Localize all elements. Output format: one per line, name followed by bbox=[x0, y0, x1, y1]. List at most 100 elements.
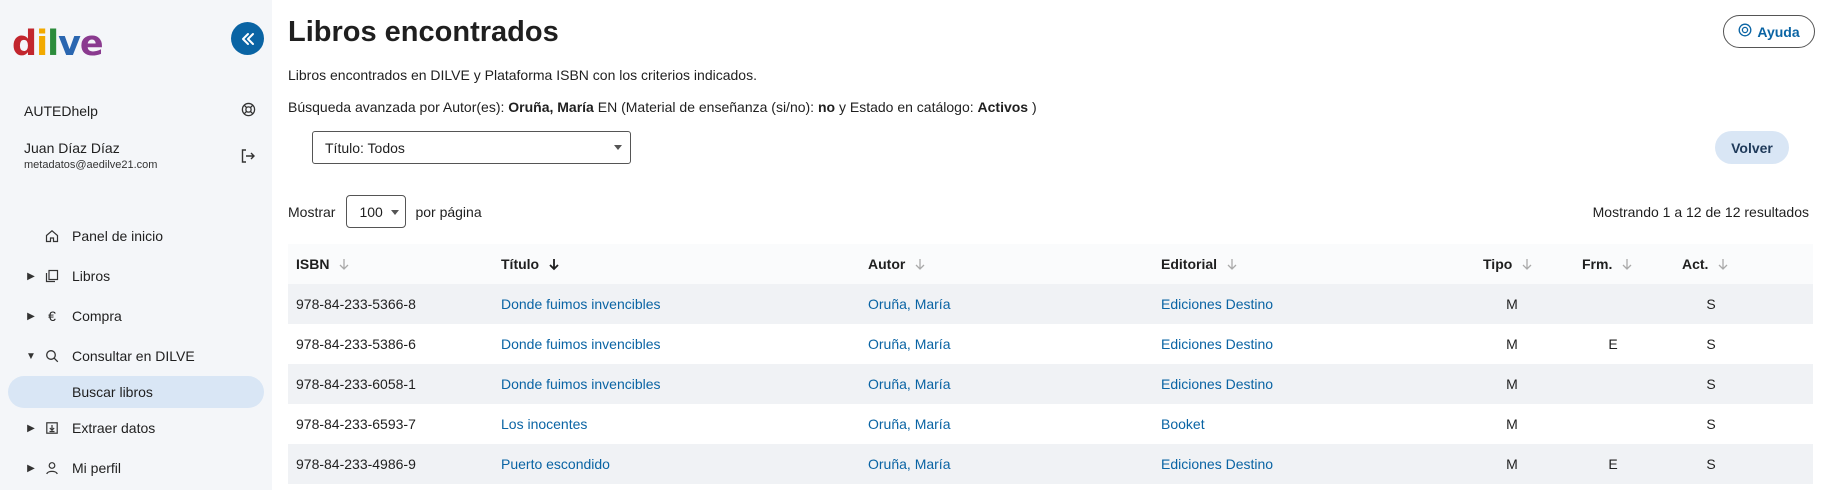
caret-right-icon: ▶ bbox=[27, 270, 35, 282]
title-link[interactable]: Donde fuimos invencibles bbox=[501, 296, 661, 312]
type-cell: M bbox=[1506, 336, 1518, 352]
publisher-link[interactable]: Ediciones Destino bbox=[1161, 456, 1273, 472]
user-icon bbox=[44, 460, 60, 476]
isbn-cell: 978-84-233-6058-1 bbox=[296, 376, 416, 392]
table-row: 978-84-233-4986-9 Puerto escondido Oruña… bbox=[288, 444, 1813, 484]
sidebar-item-extraer-datos[interactable]: ▶ Extraer datos bbox=[0, 408, 272, 448]
user-name: Juan Díaz Díaz bbox=[24, 140, 120, 156]
euro-icon: € bbox=[48, 308, 56, 324]
help-label: Ayuda bbox=[1757, 23, 1800, 40]
column-header-isbn[interactable]: ISBN bbox=[296, 256, 351, 272]
type-cell: M bbox=[1506, 456, 1518, 472]
author-link[interactable]: Oruña, María bbox=[868, 296, 950, 312]
sort-arrow-icon bbox=[339, 259, 349, 270]
title-link[interactable]: Los inocentes bbox=[501, 416, 587, 432]
back-button[interactable]: Volver bbox=[1715, 131, 1789, 164]
caret-right-icon: ▶ bbox=[27, 422, 35, 434]
table-row: 978-84-233-5366-8 Donde fuimos invencibl… bbox=[288, 284, 1813, 324]
dilve-logo[interactable]: dilve bbox=[12, 18, 104, 62]
sort-arrow-active-icon bbox=[549, 259, 559, 271]
type-cell: M bbox=[1506, 376, 1518, 392]
dropdown-arrow-icon bbox=[391, 210, 400, 215]
table-header: ISBN Título Autor Editorial Tipo Frm. Ac… bbox=[288, 244, 1813, 284]
sidebar-item-mi-perfil[interactable]: ▶ Mi perfil bbox=[0, 448, 272, 488]
author-link[interactable]: Oruña, María bbox=[868, 456, 950, 472]
results-count: Mostrando 1 a 12 de 12 resultados bbox=[1592, 204, 1809, 220]
user-block: Juan Díaz Díaz metadatos@aedilve21.com bbox=[24, 140, 256, 171]
column-header-publisher[interactable]: Editorial bbox=[1161, 256, 1239, 272]
title-link[interactable]: Donde fuimos invencibles bbox=[501, 376, 661, 392]
sidebar-item-panel-de-inicio[interactable]: Panel de inicio bbox=[0, 216, 272, 256]
sidebar-item-consultar-en-dilve[interactable]: ▼ Consultar en DILVE bbox=[0, 336, 272, 376]
double-chevron-left-icon bbox=[241, 32, 254, 45]
isbn-cell: 978-84-233-6593-7 bbox=[296, 416, 416, 432]
logout-icon[interactable] bbox=[240, 148, 256, 169]
user-email: metadatos@aedilve21.com bbox=[24, 159, 158, 171]
publisher-link[interactable]: Booket bbox=[1161, 416, 1205, 432]
publisher-link[interactable]: Ediciones Destino bbox=[1161, 376, 1273, 392]
sort-arrow-icon bbox=[1522, 259, 1532, 270]
sidebar-item-buscar-libros[interactable]: Buscar libros bbox=[8, 376, 264, 408]
sidebar-item-compra[interactable]: ▶ € Compra bbox=[0, 296, 272, 336]
active-cell: S bbox=[1706, 456, 1716, 472]
show-label: Mostrar bbox=[288, 203, 336, 220]
author-link[interactable]: Oruña, María bbox=[868, 376, 950, 392]
sort-arrow-icon bbox=[1718, 259, 1728, 270]
per-page-suffix: por página bbox=[415, 203, 482, 220]
per-page-control: Mostrar 100 por página bbox=[288, 195, 482, 228]
active-cell: S bbox=[1706, 296, 1716, 312]
per-page-select[interactable]: 100 bbox=[346, 195, 407, 228]
title-link[interactable]: Puerto escondido bbox=[501, 456, 610, 472]
title-filter-value: Título: Todos bbox=[325, 139, 405, 156]
publisher-link[interactable]: Ediciones Destino bbox=[1161, 296, 1273, 312]
caret-right-icon: ▶ bbox=[27, 462, 35, 474]
main-content: Libros encontrados Ayuda Libros encontra… bbox=[288, 0, 1836, 490]
format-cell: E bbox=[1608, 336, 1618, 352]
title-link[interactable]: Donde fuimos invencibles bbox=[501, 336, 661, 352]
isbn-cell: 978-84-233-5386-6 bbox=[296, 336, 416, 352]
page-title: Libros encontrados bbox=[288, 16, 559, 48]
author-link[interactable]: Oruña, María bbox=[868, 336, 950, 352]
table-row: 978-84-233-6593-7 Los inocentes Oruña, M… bbox=[288, 404, 1813, 444]
type-cell: M bbox=[1506, 296, 1518, 312]
column-header-type[interactable]: Tipo bbox=[1483, 256, 1534, 272]
download-icon bbox=[44, 420, 60, 436]
active-cell: S bbox=[1706, 376, 1716, 392]
caret-right-icon: ▶ bbox=[27, 310, 35, 322]
publisher-link[interactable]: Ediciones Destino bbox=[1161, 336, 1273, 352]
sort-arrow-icon bbox=[1227, 259, 1237, 270]
type-cell: M bbox=[1506, 416, 1518, 432]
sort-arrow-icon bbox=[1622, 259, 1632, 270]
active-cell: S bbox=[1706, 336, 1716, 352]
collapse-sidebar-button[interactable] bbox=[231, 22, 264, 55]
results-table: ISBN Título Autor Editorial Tipo Frm. Ac… bbox=[288, 244, 1813, 484]
organization-name: AUTEDhelp bbox=[24, 103, 98, 119]
dropdown-arrow-icon bbox=[614, 145, 622, 150]
organization-row: AUTEDhelp bbox=[24, 102, 256, 120]
format-cell: E bbox=[1608, 456, 1618, 472]
column-header-format[interactable]: Frm. bbox=[1582, 256, 1634, 272]
books-icon bbox=[44, 268, 60, 284]
caret-down-icon: ▼ bbox=[26, 350, 36, 362]
sort-arrow-icon bbox=[915, 259, 925, 270]
table-row: 978-84-233-5386-6 Donde fuimos invencibl… bbox=[288, 324, 1813, 364]
help-button[interactable]: Ayuda bbox=[1723, 15, 1815, 48]
sidebar: dilve AUTEDhelp Juan Díaz Díaz metadatos… bbox=[0, 0, 272, 490]
search-criteria: Búsqueda avanzada por Autor(es): Oruña, … bbox=[288, 99, 1037, 115]
author-link[interactable]: Oruña, María bbox=[868, 416, 950, 432]
sidebar-item-libros[interactable]: ▶ Libros bbox=[0, 256, 272, 296]
table-row: 978-84-233-6058-1 Donde fuimos invencibl… bbox=[288, 364, 1813, 404]
help-icon bbox=[1738, 23, 1752, 40]
active-cell: S bbox=[1706, 416, 1716, 432]
support-icon[interactable] bbox=[241, 102, 256, 120]
column-header-active[interactable]: Act. bbox=[1682, 256, 1730, 272]
sidebar-nav: Panel de inicio ▶ Libros ▶ € Compra ▼ Co… bbox=[0, 216, 272, 488]
column-header-author[interactable]: Autor bbox=[868, 256, 927, 272]
home-icon bbox=[44, 228, 60, 244]
title-filter-select[interactable]: Título: Todos bbox=[312, 131, 631, 164]
search-description: Libros encontrados en DILVE y Plataforma… bbox=[288, 67, 757, 83]
isbn-cell: 978-84-233-4986-9 bbox=[296, 456, 416, 472]
search-icon bbox=[44, 348, 60, 364]
isbn-cell: 978-84-233-5366-8 bbox=[296, 296, 416, 312]
column-header-title[interactable]: Título bbox=[501, 256, 561, 272]
